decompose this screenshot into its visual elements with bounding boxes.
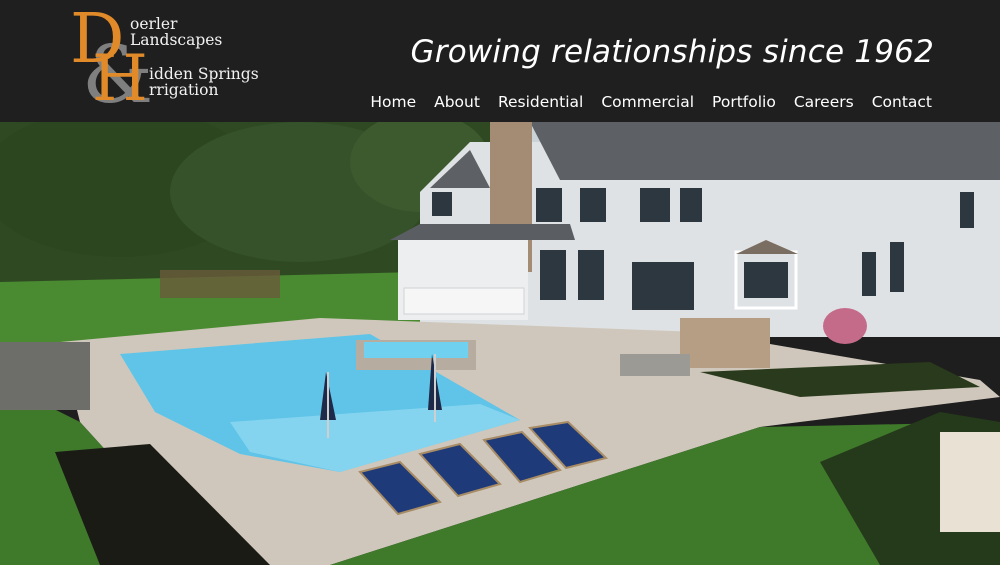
- logo-text-line-4: rrigation: [149, 81, 219, 99]
- spa: [364, 342, 468, 358]
- main-nav: Home About Residential Commercial Portfo…: [370, 93, 932, 111]
- hero-image: [0, 122, 1000, 565]
- nav-careers[interactable]: Careers: [794, 93, 854, 111]
- vegetable-garden: [160, 270, 280, 298]
- logo-text-line-1: oerler: [130, 15, 178, 33]
- nav-portfolio[interactable]: Portfolio: [712, 93, 776, 111]
- logo-text-line-3: idden Springs: [149, 65, 259, 83]
- outdoor-kitchen: [680, 318, 770, 368]
- logo-text-line-2: Landscapes: [130, 31, 223, 49]
- patio-dining-set: [620, 354, 690, 376]
- nav-home[interactable]: Home: [370, 93, 416, 111]
- backyard-pool-photo: [0, 122, 1000, 565]
- nav-contact[interactable]: Contact: [872, 93, 932, 111]
- nav-residential[interactable]: Residential: [498, 93, 583, 111]
- logo-letter-h: H: [92, 42, 148, 116]
- privacy-fence: [940, 432, 1000, 532]
- site-header: & D H oerler Landscapes idden Springs rr…: [0, 0, 1000, 122]
- tagline: Growing relationships since 1962: [410, 34, 934, 70]
- nav-about[interactable]: About: [434, 93, 480, 111]
- flowering-shrub: [823, 308, 867, 344]
- company-logo[interactable]: & D H oerler Landscapes idden Springs rr…: [70, 0, 270, 121]
- house: [390, 122, 1000, 337]
- nav-commercial[interactable]: Commercial: [601, 93, 694, 111]
- retaining-wall: [0, 342, 90, 410]
